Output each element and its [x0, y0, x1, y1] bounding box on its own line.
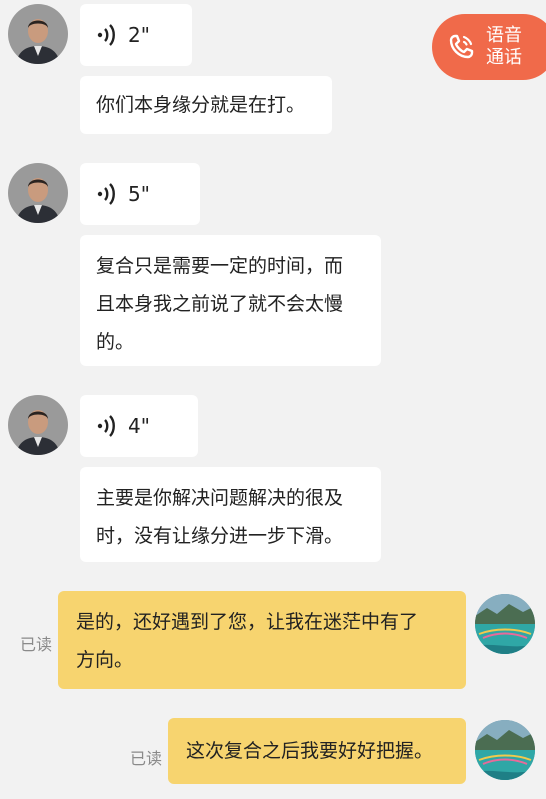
message-line: 方向。 — [76, 649, 134, 671]
voice-wave-icon — [97, 183, 115, 205]
read-status: 已读 — [130, 749, 163, 768]
incoming-message[interactable]: 你们本身缘分就是在打。 — [80, 76, 332, 134]
incoming-message[interactable]: 主要是你解决问题解决的很及 时，没有让缘分进一步下滑。 — [80, 467, 381, 562]
voice-message[interactable]: 5" — [80, 163, 200, 225]
voice-duration: 4" — [128, 414, 150, 438]
call-button-line1: 语音 — [486, 25, 522, 46]
contact-avatar[interactable] — [8, 395, 68, 455]
contact-avatar[interactable] — [8, 4, 68, 64]
read-status: 已读 — [20, 635, 53, 654]
outgoing-message[interactable]: 是的，还好遇到了您，让我在迷茫中有了 方向。 — [58, 591, 466, 689]
user-avatar[interactable] — [475, 720, 535, 780]
voice-duration: 2" — [128, 23, 150, 47]
contact-avatar[interactable] — [8, 163, 68, 223]
voice-message[interactable]: 4" — [80, 395, 198, 457]
message-line: 复合只是需要一定的时间，而 — [96, 255, 344, 277]
incoming-message[interactable]: 复合只是需要一定的时间，而 且本身我之前说了就不会太慢 的。 — [80, 235, 381, 366]
call-button-line2: 通话 — [486, 47, 522, 68]
phone-icon — [449, 34, 474, 59]
message-line: 是的，还好遇到了您，让我在迷茫中有了 — [76, 611, 419, 633]
message-line: 的。 — [96, 331, 135, 353]
voice-wave-icon — [97, 24, 115, 46]
message-line: 时，没有让缘分进一步下滑。 — [96, 525, 344, 547]
user-avatar[interactable] — [475, 594, 535, 654]
voice-message[interactable]: 2" — [80, 4, 192, 66]
message-line: 且本身我之前说了就不会太慢 — [96, 293, 344, 315]
message-text: 这次复合之后我要好好把握。 — [186, 740, 434, 762]
message-text: 你们本身缘分就是在打。 — [96, 94, 306, 116]
outgoing-message[interactable]: 这次复合之后我要好好把握。 — [168, 718, 466, 784]
voice-wave-icon — [97, 415, 115, 437]
message-line: 主要是你解决问题解决的很及 — [96, 487, 344, 509]
voice-duration: 5" — [128, 182, 150, 206]
chat-area: 语音 通话 2" 你们本身缘分就是在打。 5" 复合只是需要一定的时间，而 且本… — [0, 0, 546, 799]
voice-call-button[interactable]: 语音 通话 — [432, 14, 546, 80]
